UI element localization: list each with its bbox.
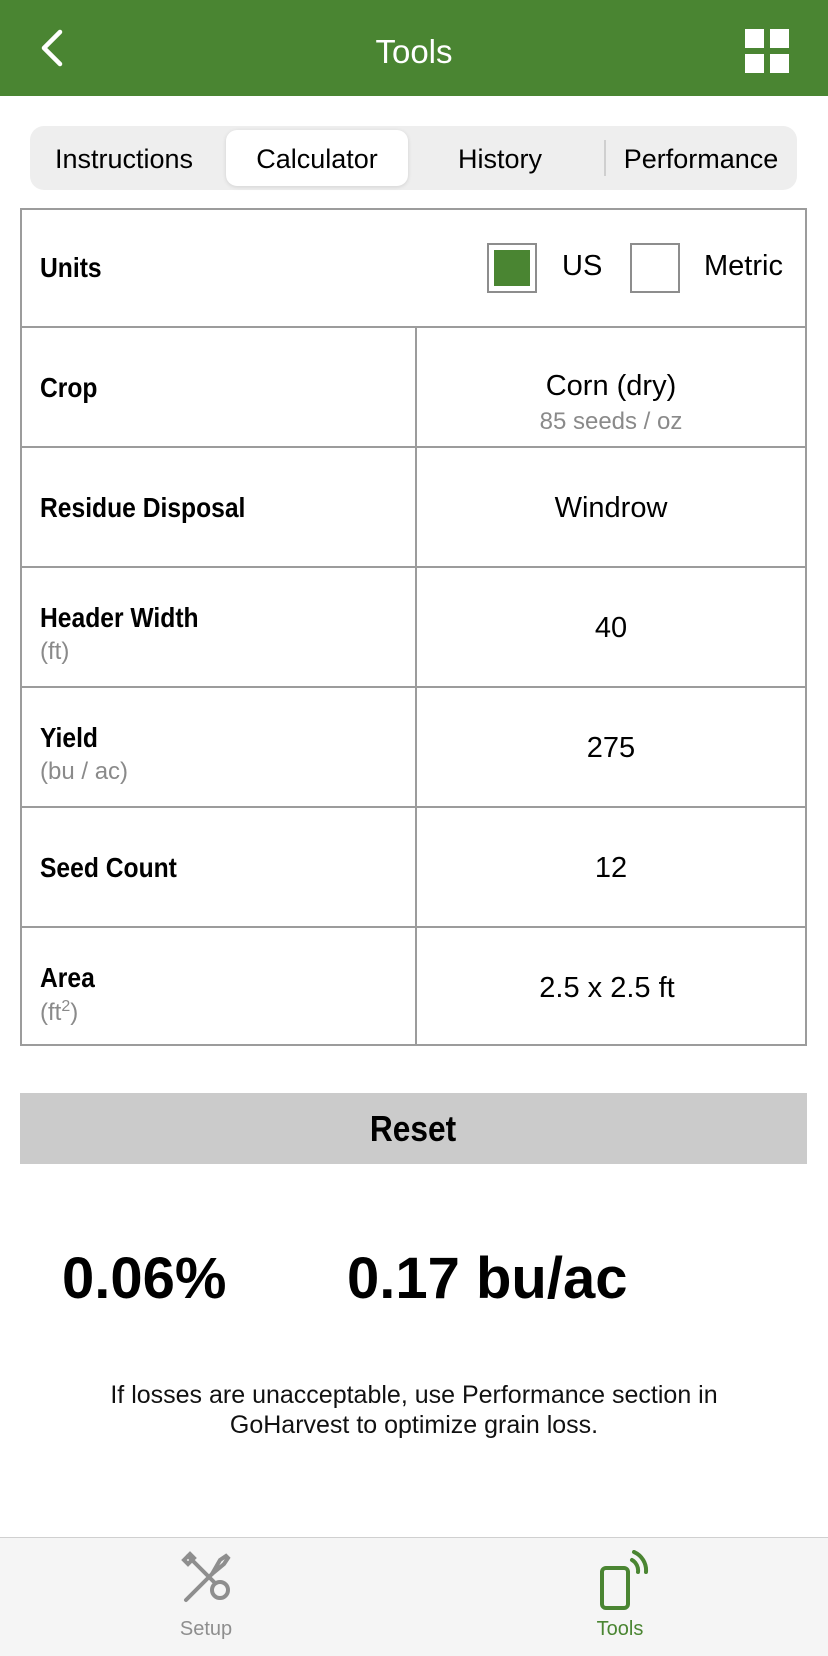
residue-label: Residue Disposal xyxy=(40,492,246,523)
loss-note: If losses are unacceptable, use Performa… xyxy=(110,1381,718,1439)
header-width-label: Header Width xyxy=(40,602,199,633)
tab-history[interactable]: History xyxy=(408,130,592,186)
tab-performance[interactable]: Performance xyxy=(608,130,794,186)
tabbar-item-tools[interactable]: Tools xyxy=(550,1538,690,1656)
area-unit-prefix: (ft xyxy=(40,999,62,1026)
grid-icon[interactable] xyxy=(745,29,789,73)
tabbar-item-setup[interactable]: Setup xyxy=(136,1538,276,1656)
tools-icon xyxy=(181,1551,231,1602)
area-row[interactable]: Area (ft2) 2.5 x 2.5 ft xyxy=(22,928,805,1044)
yield-label: Yield xyxy=(40,722,98,753)
units-row: Units US Metric xyxy=(22,210,805,328)
crop-label: Crop xyxy=(40,372,98,403)
page-title: Tools xyxy=(375,33,453,70)
yield-value[interactable]: 275 xyxy=(417,732,805,765)
seed-count-row[interactable]: Seed Count 12 xyxy=(22,808,805,928)
area-label: Area xyxy=(40,962,95,993)
area-unit-suffix: ) xyxy=(70,999,79,1026)
header-width-row[interactable]: Header Width (ft) 40 xyxy=(22,568,805,688)
crop-seeds-per-oz: 85 seeds / oz xyxy=(539,408,683,435)
units-label: Units xyxy=(40,252,102,283)
nav-header: Tools xyxy=(0,0,828,96)
seed-count-label: Seed Count xyxy=(40,852,177,883)
us-label: US xyxy=(562,250,603,282)
loss-rate: 0.17 bu/ac xyxy=(347,1246,628,1311)
phone-signal-icon xyxy=(600,1550,649,1610)
metric-checkbox[interactable] xyxy=(630,243,680,293)
bottom-tab-bar: Setup Tools xyxy=(0,1537,828,1656)
area-unit: (ft2) xyxy=(40,998,78,1027)
residue-row[interactable]: Residue Disposal Windrow xyxy=(22,448,805,568)
segmented-control: Instructions Calculator History Performa… xyxy=(30,126,797,190)
tabbar-setup-label: Setup xyxy=(179,1618,233,1640)
reset-button-label: Reset xyxy=(370,1108,457,1149)
header-width-unit: (ft) xyxy=(40,638,70,665)
tab-separator xyxy=(604,140,606,176)
calculator-table: Units US Metric Crop Corn (dry) 85 seeds… xyxy=(20,208,807,1046)
crop-value[interactable]: Corn (dry) xyxy=(417,370,805,403)
tab-calculator[interactable]: Calculator xyxy=(226,130,408,186)
area-unit-exponent: 2 xyxy=(61,998,71,1015)
header-width-value[interactable]: 40 xyxy=(417,612,805,645)
seed-count-value[interactable]: 12 xyxy=(417,852,805,885)
area-value[interactable]: 2.5 x 2.5 ft xyxy=(397,972,817,1005)
yield-unit: (bu / ac) xyxy=(40,758,129,785)
reset-button[interactable]: Reset xyxy=(20,1093,807,1164)
checkbox-fill xyxy=(494,250,530,286)
tab-instructions[interactable]: Instructions xyxy=(34,130,214,186)
residue-value[interactable]: Windrow xyxy=(417,492,805,525)
crop-row[interactable]: Crop Corn (dry) 85 seeds / oz xyxy=(22,328,805,448)
loss-percent: 0.06% xyxy=(62,1246,227,1311)
us-checkbox[interactable] xyxy=(487,243,537,293)
tabbar-tools-label: Tools xyxy=(596,1618,644,1640)
metric-label: Metric xyxy=(704,250,783,282)
yield-row[interactable]: Yield (bu / ac) 275 xyxy=(22,688,805,808)
